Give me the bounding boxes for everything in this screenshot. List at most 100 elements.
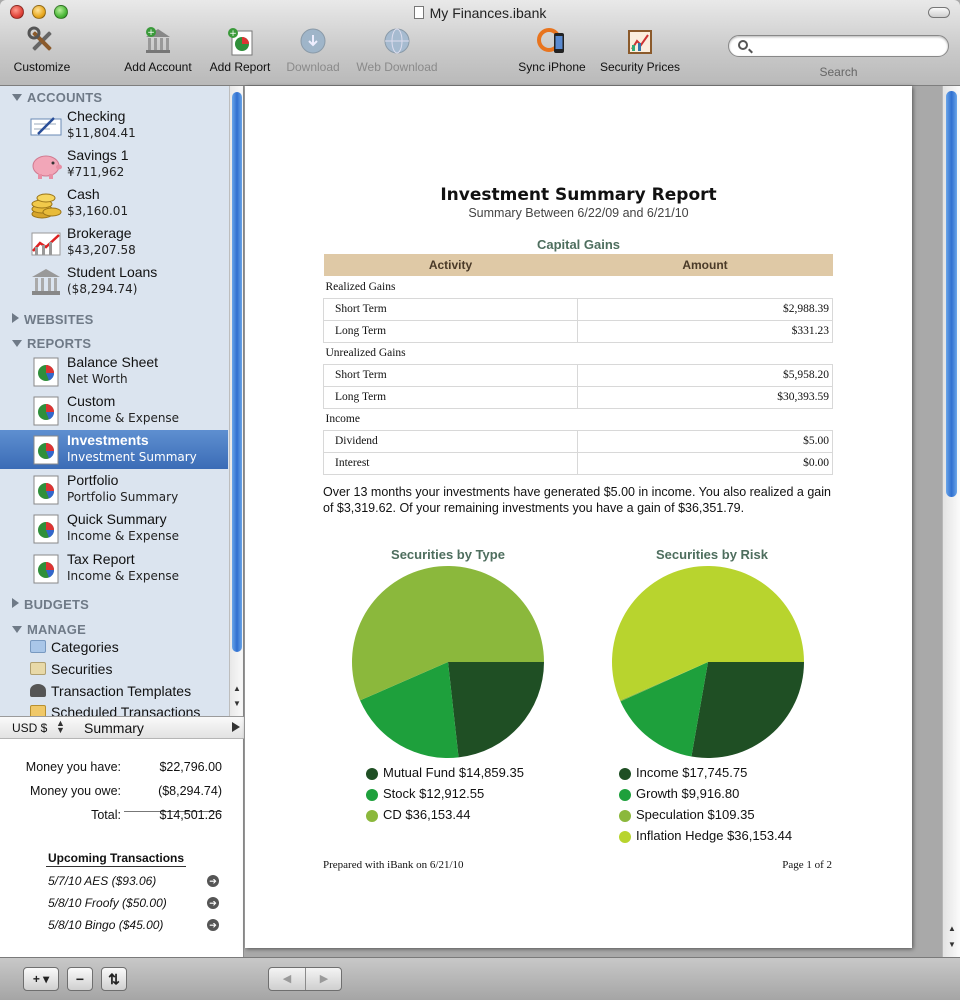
scroll-down-arrow-icon[interactable]: ▼ [946, 938, 958, 952]
scroll-down-arrow-icon[interactable]: ▼ [231, 697, 243, 711]
activity-cell: Dividend [323, 430, 578, 453]
manage-section-header[interactable]: MANAGE [12, 622, 86, 637]
account-balance: $3,160.01 [67, 204, 129, 218]
add-menu-button[interactable]: + ▾ [23, 967, 59, 991]
report-name: Quick Summary [67, 511, 167, 527]
upcoming-transaction-row[interactable]: 5/8/10 Froofy ($50.00) ➔ [0, 893, 244, 915]
section-name: Unrealized Gains [323, 342, 833, 365]
report-pie-icon [30, 356, 62, 388]
legend-swatch [366, 768, 378, 780]
manage-item-label: Scheduled Transactions [51, 704, 201, 716]
legend-swatch [366, 789, 378, 801]
disclosure-down-icon [12, 340, 22, 347]
sidebar-manage-transaction-templates[interactable]: Transaction Templates [30, 683, 191, 705]
add-report-button[interactable]: + Add Report [205, 25, 275, 74]
legend-swatch [619, 789, 631, 801]
upcoming-transaction-row[interactable]: 5/8/10 Bingo ($45.00) ➔ [0, 915, 244, 937]
summary-title: Summary [84, 720, 144, 736]
legend-label: CD $36,153.44 [383, 807, 471, 822]
next-page-icon[interactable]: ▶ [306, 968, 342, 990]
currency-select[interactable]: USD $ [12, 721, 47, 735]
download-button[interactable]: Download [282, 25, 344, 74]
disclosure-right-icon [12, 313, 19, 323]
customize-label: Customize [13, 60, 71, 74]
web-download-button[interactable]: Web Download [352, 25, 442, 74]
table-row: Short Term $5,958.20 [323, 364, 833, 387]
amount-cell: $0.00 [577, 452, 833, 475]
report-pie-icon [30, 553, 62, 585]
window-title: My Finances.ibank [0, 5, 960, 21]
web-globe-icon [381, 25, 413, 57]
sidebar-manage-categories[interactable]: Categories [30, 639, 119, 661]
go-arrow-icon[interactable]: ➔ [207, 875, 219, 887]
next-arrow-icon[interactable] [232, 722, 240, 732]
search-input[interactable] [728, 35, 949, 57]
window-toolbar: My Finances.ibank Customize + Add Accoun… [0, 0, 960, 86]
reports-section-header[interactable]: REPORTS [12, 336, 91, 351]
capital-gains-title: Capital Gains [536, 237, 621, 252]
previous-page-icon[interactable]: ◀ [269, 968, 305, 990]
sidebar: ACCOUNTS Checking $11,804.41 Savings 1 ¥… [0, 86, 244, 716]
legend-swatch [619, 768, 631, 780]
add-account-label: Add Account [124, 60, 192, 74]
accounts-header-label: ACCOUNTS [27, 90, 103, 105]
sidebar-account-checking[interactable]: Checking $11,804.41 [0, 106, 228, 145]
scroll-up-arrow-icon[interactable]: ▲ [946, 922, 958, 936]
tools-icon [26, 25, 58, 57]
toolbar-toggle-button[interactable] [928, 7, 950, 18]
report-view: Investment Summary Report Summary Betwee… [245, 86, 960, 957]
sidebar-report-portfolio[interactable]: Portfolio Portfolio Summary [0, 470, 228, 509]
report-scrollbar[interactable]: ▲ ▼ [942, 86, 960, 957]
account-balance: $43,207.58 [67, 243, 136, 257]
websites-section-header[interactable]: WEBSITES [12, 312, 94, 327]
accounts-section-header[interactable]: ACCOUNTS [12, 90, 102, 105]
sidebar-report-quick-summary[interactable]: Quick Summary Income & Expense [0, 509, 228, 548]
document-icon [413, 6, 424, 19]
certificate-icon [30, 662, 46, 675]
legend-label: Speculation $109.35 [636, 807, 755, 822]
legend-label: Growth $9,916.80 [636, 786, 740, 801]
sidebar-manage-securities[interactable]: Securities [30, 661, 112, 683]
total-value: $14,501.26 [159, 808, 222, 822]
sidebar-account-savings[interactable]: Savings 1 ¥711,962 [0, 145, 228, 184]
pie-chart-by-risk [612, 566, 804, 758]
manage-header-label: MANAGE [27, 622, 86, 637]
activity-cell: Short Term [323, 364, 578, 387]
money-owe-label: Money you owe: [29, 784, 121, 798]
sidebar-scroll-thumb[interactable] [232, 92, 242, 652]
sidebar-manage-scheduled-transactions[interactable]: Scheduled Transactions [30, 704, 200, 716]
updown-arrows-icon[interactable]: ▲ ▼ [56, 719, 65, 735]
sync-iphone-button[interactable]: Sync iPhone [514, 25, 590, 74]
upcoming-transaction-row[interactable]: 5/7/10 AES ($93.06) ➔ [0, 871, 244, 893]
amount-cell: $331.23 [577, 320, 833, 343]
add-account-button[interactable]: + Add Account [118, 25, 198, 74]
table-section-row: Unrealized Gains [323, 342, 833, 365]
account-balance: ¥711,962 [67, 165, 125, 179]
budgets-section-header[interactable]: BUDGETS [12, 597, 89, 612]
disclosure-down-icon [12, 94, 22, 101]
scroll-up-arrow-icon[interactable]: ▲ [231, 682, 243, 696]
security-prices-button[interactable]: Security Prices [596, 25, 684, 74]
sidebar-account-student-loans[interactable]: Student Loans ($8,294.74) [0, 262, 228, 301]
sync-arrows-button[interactable]: ⇅ [101, 967, 127, 991]
sidebar-account-cash[interactable]: Cash $3,160.01 [0, 184, 228, 223]
svg-text:+: + [229, 29, 237, 39]
go-arrow-icon[interactable]: ➔ [207, 919, 219, 931]
go-arrow-icon[interactable]: ➔ [207, 897, 219, 909]
report-scroll-thumb[interactable] [946, 91, 957, 497]
sidebar-report-tax-report[interactable]: Tax Report Income & Expense [0, 549, 228, 588]
remove-button[interactable]: − [67, 967, 93, 991]
search-label: Search [819, 65, 858, 79]
report-page: Investment Summary Report Summary Betwee… [245, 86, 912, 948]
security-prices-icon [624, 25, 656, 57]
sidebar-report-investments[interactable]: Investments Investment Summary [0, 430, 228, 469]
stock-chart-icon [30, 227, 62, 259]
sidebar-report-balance-sheet[interactable]: Balance Sheet Net Worth [0, 352, 228, 391]
sidebar-account-brokerage[interactable]: Brokerage $43,207.58 [0, 223, 228, 262]
customize-button[interactable]: Customize [8, 25, 76, 74]
sync-iphone-icon [536, 25, 568, 57]
report-pie-icon [30, 513, 62, 545]
upcoming-transactions-title: Upcoming Transactions [46, 851, 187, 867]
sidebar-scrollbar[interactable]: ▲ ▼ [229, 86, 243, 716]
sidebar-report-custom[interactable]: Custom Income & Expense [0, 391, 228, 430]
